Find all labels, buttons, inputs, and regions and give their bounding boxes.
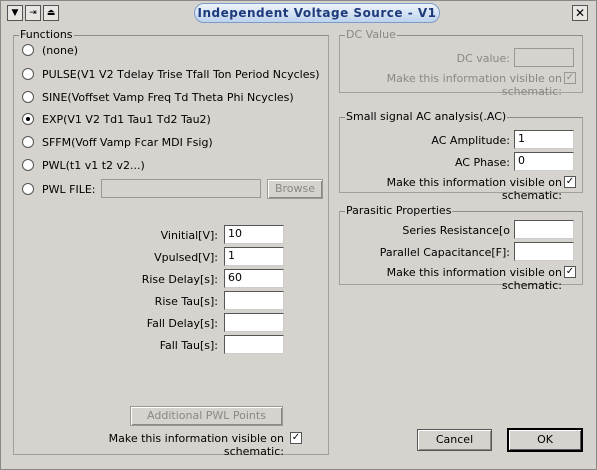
ac-amplitude-input[interactable]: 1 [514, 130, 574, 149]
additional-pwl-points-button[interactable]: Additional PWL Points [130, 406, 283, 426]
visible-on-schematic-label: Make this information visible on schemat… [108, 432, 284, 458]
ac-amplitude-label: AC Amplitude: [431, 134, 510, 147]
window-menu-icon[interactable]: ▼ [7, 5, 23, 21]
radio-button[interactable] [22, 136, 34, 148]
parasitic-group-label: Parasitic Properties [345, 204, 453, 217]
param-label-fall-delay: Fall Delay[s]: [146, 317, 218, 330]
pin-icon[interactable]: ⇥ [25, 5, 41, 21]
radio-option-none[interactable]: (none) [22, 42, 78, 58]
fall-delay-input[interactable] [224, 313, 284, 332]
dc-value-group-label: DC Value [345, 28, 397, 41]
ac-phase-input[interactable]: 0 [514, 152, 574, 171]
fall-tau-input[interactable] [224, 335, 284, 354]
series-resistance-label: Series Resistance[o [402, 224, 510, 237]
radio-label: EXP(V1 V2 Td1 Tau1 Td2 Tau2) [42, 112, 211, 126]
parasitic-visible-label: Make this information visible on schemat… [386, 266, 562, 292]
visible-on-schematic-checkbox[interactable]: ✓ [290, 432, 302, 444]
title-bar[interactable]: ▼ ⇥ ⏏ Independent Voltage Source - V1 ✕ [1, 1, 596, 27]
param-label-vinitial: Vinitial[V]: [160, 229, 218, 242]
parasitic-visible-checkbox[interactable]: ✓ [564, 266, 576, 278]
ac-phase-label: AC Phase: [454, 156, 510, 169]
dc-value-group: DC Value DC value: Make this information… [339, 28, 583, 98]
radio-label: SFFM(Voff Vamp Fcar MDI Fsig) [42, 135, 213, 149]
ac-group-label: Small signal AC analysis(.AC) [345, 110, 508, 123]
rise-tau-input[interactable] [224, 291, 284, 310]
radio-button-selected[interactable] [22, 113, 34, 125]
vinitial-input[interactable]: 10 [224, 225, 284, 244]
radio-button[interactable] [22, 183, 34, 195]
radio-option-pwl-file[interactable]: PWL FILE: [22, 181, 96, 197]
radio-label: PWL FILE: [42, 182, 96, 196]
browse-button[interactable]: Browse [267, 179, 323, 199]
window-title: Independent Voltage Source - V1 [194, 3, 440, 23]
dialog-window: ▼ ⇥ ⏏ Independent Voltage Source - V1 ✕ … [0, 0, 597, 470]
radio-label: SINE(Voffset Vamp Freq Td Theta Phi Ncyc… [42, 90, 294, 104]
radio-option-pulse[interactable]: PULSE(V1 V2 Tdelay Trise Tfall Ton Perio… [22, 66, 320, 82]
radio-label: PULSE(V1 V2 Tdelay Trise Tfall Ton Perio… [42, 67, 320, 81]
radio-button[interactable] [22, 68, 34, 80]
close-icon[interactable]: ✕ [572, 5, 588, 21]
dc-value-input[interactable] [514, 48, 574, 67]
dc-visible-checkbox[interactable]: ✓ [564, 72, 576, 84]
parallel-capacitance-input[interactable] [514, 242, 574, 261]
series-resistance-input[interactable] [514, 220, 574, 239]
param-label-rise-delay: Rise Delay[s]: [141, 273, 218, 286]
shade-icon[interactable]: ⏏ [43, 5, 59, 21]
radio-option-exp[interactable]: EXP(V1 V2 Td1 Tau1 Td2 Tau2) [22, 111, 211, 127]
ac-analysis-group: Small signal AC analysis(.AC) AC Amplitu… [339, 110, 583, 202]
radio-button[interactable] [22, 159, 34, 171]
param-label-rise-tau: Rise Tau[s]: [154, 295, 218, 308]
vpulsed-input[interactable]: 1 [224, 247, 284, 266]
dc-value-label: DC value: [456, 52, 510, 65]
param-label-vpulsed: Vpulsed[V]: [154, 251, 218, 264]
parallel-capacitance-label: Parallel Capacitance[F]: [379, 246, 510, 259]
radio-option-sine[interactable]: SINE(Voffset Vamp Freq Td Theta Phi Ncyc… [22, 89, 294, 105]
functions-group: Functions (none) PULSE(V1 V2 Tdelay Tris… [13, 28, 329, 458]
radio-option-sffm[interactable]: SFFM(Voff Vamp Fcar MDI Fsig) [22, 134, 213, 150]
cancel-button[interactable]: Cancel [417, 429, 492, 451]
radio-label: PWL(t1 v1 t2 v2...) [42, 158, 145, 172]
functions-group-label: Functions [19, 28, 74, 41]
radio-button[interactable] [22, 91, 34, 103]
radio-option-pwl[interactable]: PWL(t1 v1 t2 v2...) [22, 157, 145, 173]
ac-visible-checkbox[interactable]: ✓ [564, 176, 576, 188]
rise-delay-input[interactable]: 60 [224, 269, 284, 288]
ok-button[interactable]: OK [508, 429, 582, 451]
param-label-fall-tau: Fall Tau[s]: [159, 339, 218, 352]
parasitic-properties-group: Parasitic Properties Series Resistance[o… [339, 204, 583, 292]
dc-visible-label: Make this information visible on schemat… [386, 72, 562, 98]
radio-button[interactable] [22, 44, 34, 56]
radio-label: (none) [42, 43, 79, 57]
pwl-file-input[interactable] [101, 179, 261, 198]
ac-visible-label: Make this information visible on schemat… [386, 176, 562, 202]
